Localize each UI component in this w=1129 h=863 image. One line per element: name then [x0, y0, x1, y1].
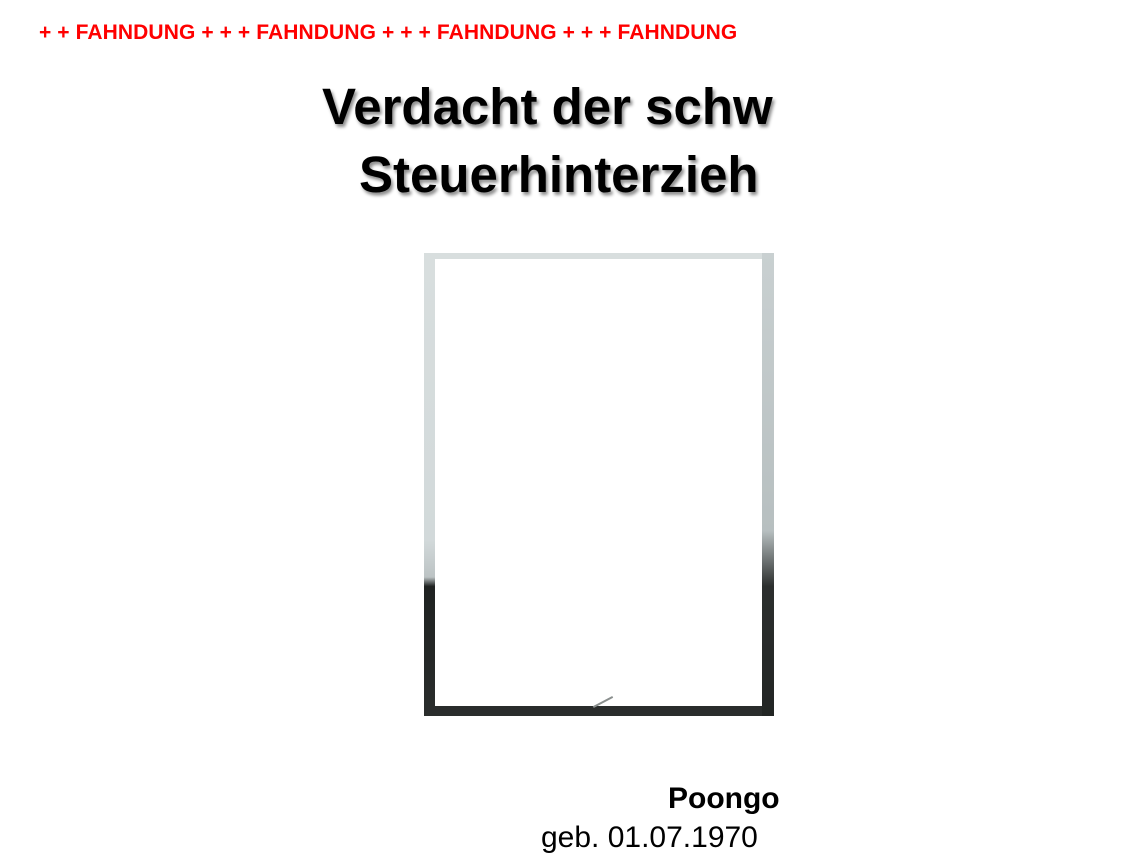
headline-line-1-text: Verdacht der schw: [322, 78, 773, 135]
photo-blank-area: [435, 259, 762, 706]
suspect-photo: [424, 253, 774, 716]
poster-visible-area: + + FAHNDUNG + + + FAHNDUNG + + + FAHNDU…: [0, 0, 792, 863]
suspect-name: Poongo: [668, 782, 780, 815]
fahndung-banner: + + FAHNDUNG + + + FAHNDUNG + + + FAHNDU…: [39, 21, 738, 44]
photo-edge-shade: [762, 253, 774, 716]
suspect-birthdate: geb. 01.07.1970: [541, 821, 758, 854]
headline-line-2-text: Steuerhinterzieh: [359, 146, 759, 203]
